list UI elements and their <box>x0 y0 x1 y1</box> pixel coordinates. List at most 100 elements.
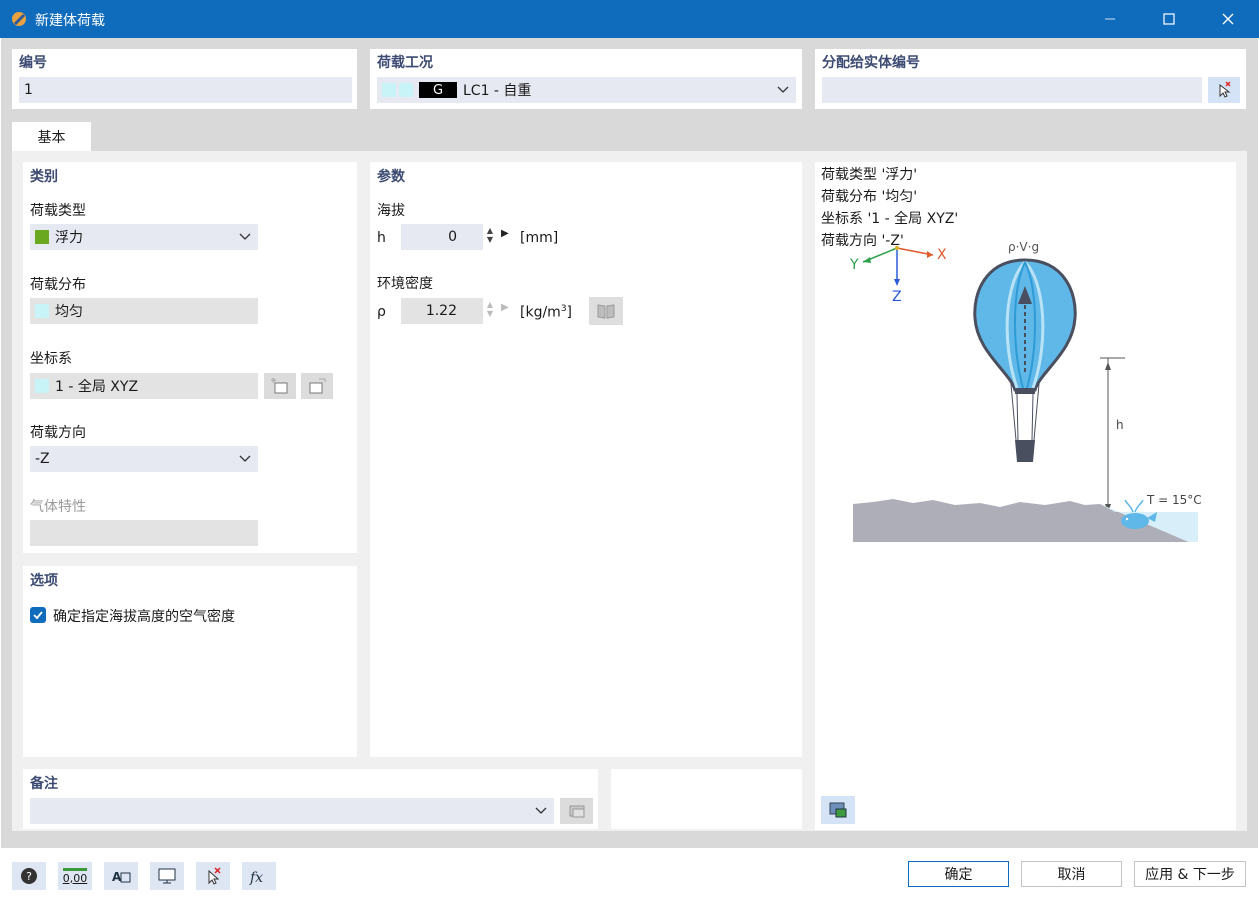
rho-symbol: ρ <box>377 304 386 320</box>
temperature-label: T = 15°C <box>1146 493 1202 507</box>
load-type-select[interactable]: 浮力 <box>30 224 258 250</box>
new-coord-system-icon <box>271 377 288 394</box>
units-icon: 0,00 <box>62 867 88 885</box>
air-density-checkbox-label[interactable]: 确定指定海拔高度的空气密度 <box>53 606 235 626</box>
assign-label: 分配给实体编号 <box>822 55 920 71</box>
close-icon <box>1222 13 1234 25</box>
checkmark-icon <box>33 611 43 620</box>
formula-icon: fx <box>249 870 263 885</box>
svg-text:fx: fx <box>249 870 263 885</box>
altitude-input[interactable]: 0 <box>401 224 483 250</box>
window-title: 新建体荷载 <box>35 13 105 29</box>
deselect-button[interactable] <box>196 862 230 890</box>
chevron-down-icon <box>535 807 547 814</box>
tab-basic[interactable]: 基本 <box>12 122 91 151</box>
direction-value: -Z <box>35 451 50 467</box>
axis-x-label: X <box>937 247 947 263</box>
direction-select[interactable]: -Z <box>30 446 258 472</box>
image-icon <box>829 802 847 818</box>
density-spinner: ▲ ▼ <box>486 300 494 318</box>
info-line-load-type: 荷载类型 '浮力' <box>821 167 918 183</box>
edit-coord-system-icon <box>309 378 326 394</box>
maximize-icon <box>1163 13 1175 25</box>
number-label: 编号 <box>19 55 47 71</box>
color-swatch <box>35 379 49 393</box>
load-case-value: LC1 - 自重 <box>463 83 532 99</box>
ok-button[interactable]: 确定 <box>908 861 1009 887</box>
comment-library-button[interactable] <box>560 798 593 824</box>
distribution-label: 荷载分布 <box>30 277 86 293</box>
comment-label: 备注 <box>30 776 58 792</box>
coord-value: 1 - 全局 XYZ <box>55 379 139 395</box>
dialog-body: 编号 1 荷载工况 G LC1 - 自重 分配给实体编号 基本 类别 荷载类型 <box>1 38 1258 902</box>
edit-coord-system-button[interactable] <box>301 373 333 399</box>
pick-cursor-icon <box>1219 81 1231 98</box>
density-value: 1.22 <box>425 303 457 319</box>
density-expand-icon: ▶ <box>501 302 509 313</box>
chevron-down-icon <box>239 233 251 240</box>
help-button[interactable]: ? <box>12 862 46 890</box>
close-button[interactable] <box>1199 0 1257 38</box>
view-button[interactable] <box>150 862 184 890</box>
air-density-checkbox[interactable] <box>30 607 46 623</box>
buoyancy-illustration: X Y Z ρ·V·g h T = 15°C <box>849 240 1202 542</box>
cancel-button[interactable]: 取消 <box>1021 861 1122 887</box>
altitude-value: 0 <box>448 229 457 245</box>
altitude-expand-icon[interactable]: ▶ <box>501 228 509 239</box>
svg-text:?: ? <box>26 870 32 883</box>
comment-select[interactable] <box>30 798 554 824</box>
direction-label: 荷载方向 <box>30 425 86 441</box>
distribution-field: 均匀 <box>30 298 258 324</box>
altitude-label: 海拔 <box>377 203 405 219</box>
balloon-icon <box>973 258 1077 462</box>
info-line-distribution: 荷载分布 '均匀' <box>821 189 918 205</box>
load-type-label: 荷载类型 <box>30 203 86 219</box>
color-swatch <box>382 83 396 97</box>
book-icon <box>597 304 615 319</box>
coord-field: 1 - 全局 XYZ <box>30 373 258 399</box>
text-display-icon: A <box>112 870 131 884</box>
chevron-down-icon <box>777 86 789 93</box>
new-coord-system-button[interactable] <box>264 373 296 399</box>
altitude-unit: [mm] <box>520 230 559 246</box>
gas-field <box>30 520 258 546</box>
minimize-icon <box>1105 18 1115 20</box>
assign-input[interactable] <box>822 77 1202 103</box>
deselect-cursor-icon <box>208 867 221 885</box>
coord-label: 坐标系 <box>30 351 72 367</box>
chevron-down-icon <box>239 455 251 462</box>
h-symbol: h <box>377 230 386 246</box>
load-case-panel: 荷载工况 G LC1 - 自重 <box>370 49 802 109</box>
distribution-value: 均匀 <box>55 304 83 320</box>
load-type-value: 浮力 <box>55 230 83 246</box>
load-case-code-badge: G <box>419 82 457 98</box>
density-label: 环境密度 <box>377 276 433 292</box>
library-button[interactable] <box>589 297 623 325</box>
options-panel: 选项 确定指定海拔高度的空气密度 <box>23 566 357 757</box>
monitor-icon <box>158 868 176 884</box>
coordinate-axes-icon <box>862 246 934 286</box>
category-panel: 类别 荷载类型 浮力 荷载分布 均匀 坐标系 1 - 全局 XYZ 荷载方向 -… <box>23 162 357 553</box>
text-display-button[interactable]: A <box>104 862 138 890</box>
maximize-button[interactable] <box>1140 0 1198 38</box>
number-panel: 编号 1 <box>12 49 357 109</box>
empty-panel <box>611 769 802 829</box>
pick-objects-button[interactable] <box>1208 77 1240 103</box>
bottom-bar: ? 0,00 A fx 确定 取消 应用 & 下一步 <box>1 848 1258 902</box>
formula-button[interactable]: fx <box>242 862 276 890</box>
parameters-panel: 参数 海拔 h 0 ▲ ▼ ▶ [mm] 环境密度 ρ 1.22 ▲ ▼ ▶ [kg… <box>370 162 802 757</box>
category-title: 类别 <box>30 169 58 185</box>
graphics-settings-button[interactable] <box>821 796 855 824</box>
title-bar: 新建体荷载 <box>0 0 1259 38</box>
app-icon <box>12 12 26 26</box>
help-icon: ? <box>21 868 37 884</box>
minimize-button[interactable] <box>1081 0 1139 38</box>
units-button[interactable]: 0,00 <box>58 862 92 890</box>
color-swatch <box>35 304 49 318</box>
parameters-title: 参数 <box>377 169 405 185</box>
number-input[interactable]: 1 <box>19 77 352 103</box>
comment-library-icon <box>569 805 584 818</box>
altitude-spinner[interactable]: ▲ ▼ <box>485 226 495 248</box>
apply-next-button[interactable]: 应用 & 下一步 <box>1134 861 1246 887</box>
load-case-select[interactable]: G LC1 - 自重 <box>377 77 796 103</box>
